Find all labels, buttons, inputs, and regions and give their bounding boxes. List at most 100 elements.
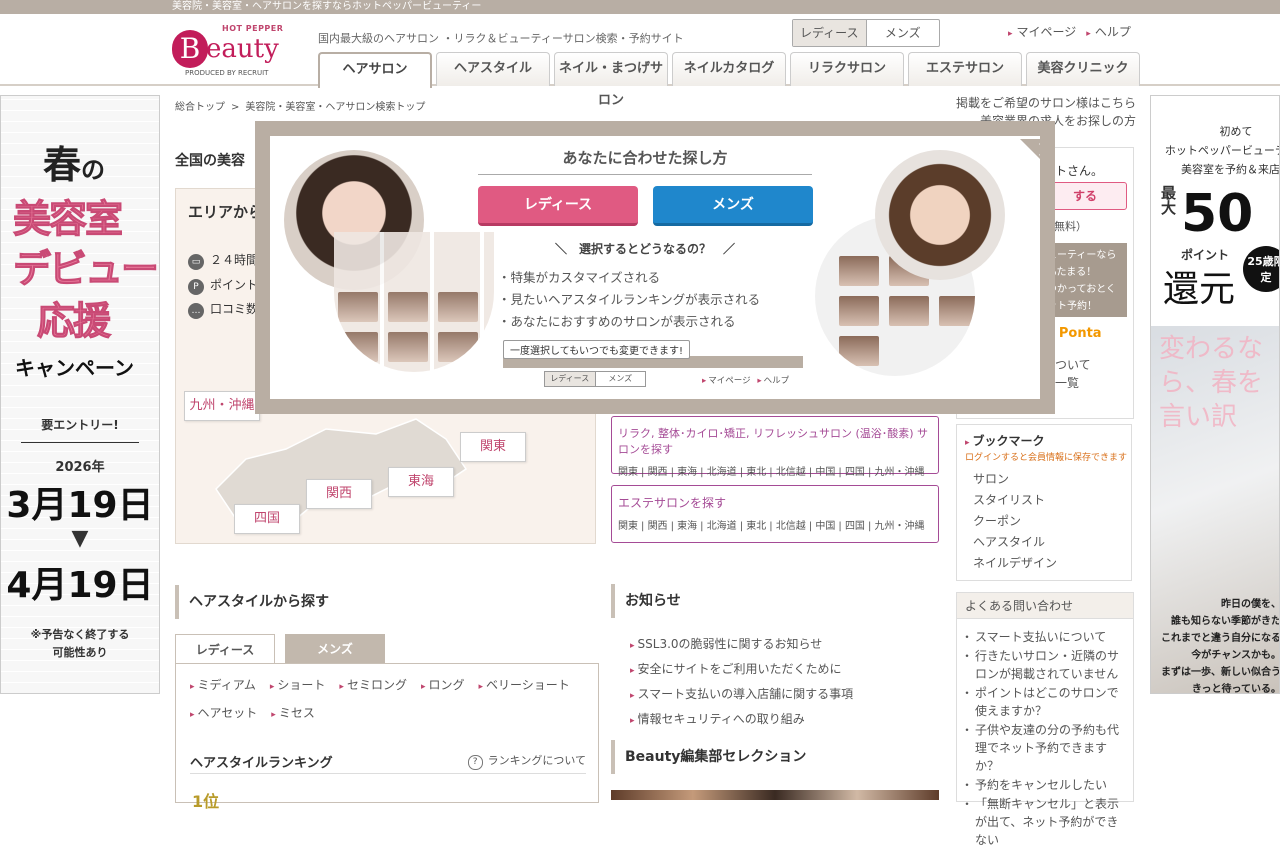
relax-link[interactable]: 東海 (677, 467, 697, 478)
region-kyushu[interactable]: 九州・沖縄 (184, 391, 260, 421)
news-item[interactable]: 安全にサイトをご利用いただくために (630, 658, 853, 683)
modal-benefit: ・あなたにおすすめのサロンが表示される (498, 314, 736, 329)
tab-nail-eyelash[interactable]: ネイル・まつげサロン (554, 52, 668, 108)
bookmark-item[interactable]: サロン (973, 469, 1057, 490)
modal-close-button[interactable]: × (1020, 139, 1040, 177)
relax-link[interactable]: 関西 (648, 467, 668, 478)
select-mens-button[interactable]: メンズ (653, 186, 813, 226)
esthe-link[interactable]: 東北 (746, 521, 766, 532)
bookmark-items: サロン スタイリスト クーポン ヘアスタイル ネイルデザイン (973, 469, 1057, 574)
hairstyle-link[interactable]: セミロング (339, 676, 407, 693)
esthe-link[interactable]: 東海 (677, 521, 697, 532)
esthe-title[interactable]: エステサロンを探す (612, 486, 938, 515)
region-shikoku[interactable]: 四国 (234, 504, 300, 534)
faq-item[interactable]: 子供や友達の分の予約も代理でネット予約できますか？ (957, 721, 1133, 775)
relax-link[interactable]: 九州・沖縄 (875, 467, 925, 478)
esthe-search-box: エステサロンを探す 関東 | 関西 | 東海 | 北海道 | 東北 | 北信越 | 中国 | … (611, 485, 939, 543)
esthe-link[interactable]: 北信越 (776, 521, 806, 532)
logo-b: B (172, 30, 208, 68)
hairstyle-link[interactable]: ミセス (271, 704, 315, 721)
bookmark-title[interactable]: ブックマーク (965, 432, 1045, 449)
editor-selection-images[interactable] (611, 790, 939, 800)
relax-link[interactable]: 関東 (618, 467, 638, 478)
esthe-link[interactable]: 関東 (618, 521, 638, 532)
ladies-toggle[interactable]: レディース (793, 20, 867, 46)
tab-nail-catalog[interactable]: ネイルカタログ (672, 52, 786, 86)
relax-link[interactable]: 北信越 (776, 467, 806, 478)
bookmark-item[interactable]: ヘアスタイル (973, 532, 1057, 553)
esthe-link[interactable]: 四国 (845, 521, 865, 532)
hairstyle-link[interactable]: ショート (270, 676, 325, 693)
bookmark-item[interactable]: ネイルデザイン (973, 553, 1057, 574)
esthe-link[interactable]: 関西 (648, 521, 668, 532)
news-item[interactable]: SSL3.0の脆弱性に関するお知らせ (630, 633, 853, 658)
relax-link[interactable]: 北海道 (707, 467, 737, 478)
point-icon: P (188, 279, 204, 295)
region-tokai[interactable]: 東海 (388, 467, 454, 497)
tab-beauty-clinic[interactable]: 美容クリニック (1026, 52, 1140, 86)
faq-item[interactable]: 行きたいサロン・近隣のサロンが掲載されていません (957, 647, 1133, 683)
select-ladies-button[interactable]: レディース (478, 186, 638, 226)
esthe-link[interactable]: 北海道 (707, 521, 737, 532)
hairstyle-tabs: レディース メンズ (175, 634, 385, 664)
faq-item[interactable]: 予約をキャンセルしたい (957, 776, 1133, 794)
hairstyle-link[interactable]: ミディアム (190, 676, 256, 693)
help-link[interactable]: ヘルプ (1086, 23, 1131, 40)
breadcrumb-top[interactable]: 総合トップ (175, 102, 225, 113)
news-item[interactable]: 情報セキュリティへの取り組み (630, 708, 853, 733)
hairstyle-other-links: ヘアセット ミセス (190, 704, 315, 721)
point-promo[interactable]: ューティーなら %たまる！ つかっておとく ット予約！ (1043, 243, 1127, 317)
tab-hair-salon[interactable]: ヘアサロン (318, 52, 432, 88)
news-section-title: お知らせ (611, 584, 681, 618)
left-campaign-banner[interactable]: 春の 美容室 デビュー 応援 キャンペーン 要エントリー! 2026年 3月19… (0, 95, 160, 694)
faq-item[interactable]: スマート支払いについて (957, 628, 1133, 646)
right-banner-max: 最大 (1161, 184, 1177, 217)
tab-relax-salon[interactable]: リラクサロン (790, 52, 904, 86)
breadcrumb: 総合トップ > 美容院・美容室・ヘアサロン検索トップ (175, 98, 425, 113)
bookmark-item[interactable]: スタイリスト (973, 490, 1057, 511)
relax-link[interactable]: 東北 (746, 467, 766, 478)
hairstyle-link[interactable]: ベリーショート (479, 676, 570, 693)
hairstyle-section-title: ヘアスタイルから探す (175, 585, 329, 619)
esthe-link[interactable]: 九州・沖縄 (875, 521, 925, 532)
hairstyle-link[interactable]: ロング (421, 676, 464, 693)
banner-divider (21, 442, 139, 443)
news-item[interactable]: スマート支払いの導入店舗に関する事項 (630, 683, 854, 708)
feature-review: … 口コミ数 (188, 300, 258, 319)
tab-hairstyle[interactable]: ヘアスタイル (436, 52, 550, 86)
faq-box: よくある問い合わせ スマート支払いについて 行きたいサロン・近隣のサロンが掲載さ… (956, 592, 1134, 847)
bookmark-box: ブックマーク ログインすると会員情報に保存できます サロン スタイリスト クーポ… (956, 424, 1132, 581)
banner-end-date: 4月19日 (6, 565, 154, 606)
esthe-link[interactable]: 中国 (815, 521, 835, 532)
relax-link[interactable]: 中国 (815, 467, 835, 478)
modal-benefit: ・見たいヘアスタイルランキングが表示される (498, 292, 761, 307)
salon-listing-link[interactable]: 掲載をご希望のサロン様はこちら (940, 94, 1136, 112)
mens-toggle[interactable]: メンズ (867, 20, 940, 46)
region-kansai[interactable]: 関西 (306, 479, 372, 509)
mypage-link[interactable]: マイページ (1008, 23, 1077, 40)
region-kanto[interactable]: 関東 (460, 432, 526, 462)
editor-section-title: Beauty編集部セレクション (611, 740, 806, 774)
mini-mypage: マイページ (698, 376, 751, 386)
banner-entry: 要エントリー! (41, 418, 119, 432)
modal-title-underline (478, 174, 812, 175)
relax-title[interactable]: リラク, 整体･カイロ･矯正, リフレッシュサロン (温浴･酸素) サロンを探す (612, 417, 938, 461)
bookmark-item[interactable]: クーポン (973, 511, 1057, 532)
modal-benefit: ・特集がカスタマイズされる (498, 270, 661, 285)
ranking-about-link[interactable]: ランキングについて (468, 752, 586, 770)
hairstyle-tab-ladies[interactable]: レディース (175, 634, 275, 664)
hairstyle-length-links: ミディアム ショート セミロング ロング ベリーショート (190, 676, 570, 693)
relax-link[interactable]: 四国 (845, 467, 865, 478)
breadcrumb-current: 美容院・美容室・ヘアサロン検索トップ (245, 102, 426, 113)
hairstyle-tab-mens[interactable]: メンズ (285, 634, 385, 664)
beauty-logo[interactable]: HOT PEPPER B eauty PRODUCED BY RECRUIT (172, 24, 298, 82)
login-button[interactable]: する (1043, 182, 1127, 210)
modal-tip: 一度選択してもいつでも変更できます! (503, 340, 691, 359)
tab-esthe-salon[interactable]: エステサロン (908, 52, 1022, 86)
banner-debut: デビュー (12, 247, 159, 292)
right-point-banner[interactable]: 初めてホットペッパービューティー美容室を予約＆来店す 最大 50 ポイント 還元… (1150, 95, 1280, 694)
banner-start-date: 3月19日 (6, 485, 154, 526)
faq-item[interactable]: ポイントはどこのサロンで使えますか？ (957, 684, 1133, 720)
faq-item[interactable]: 「無断キャンセル」と表示が出て、ネット予約ができない (957, 795, 1133, 849)
hairstyle-link[interactable]: ヘアセット (190, 704, 258, 721)
